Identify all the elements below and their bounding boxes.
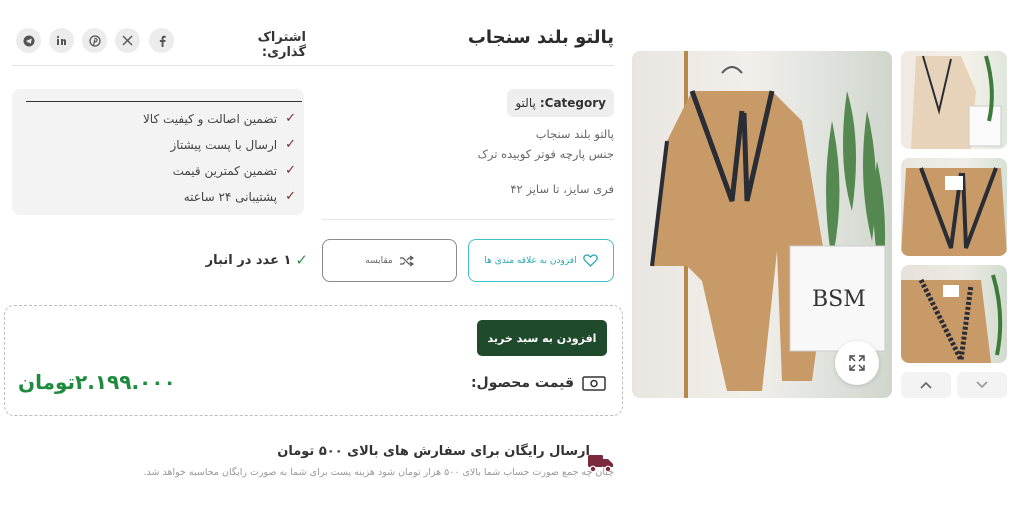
description-line-3: فری سایز، تا سایز ۴۲: [510, 182, 614, 196]
linkedin-icon[interactable]: [49, 28, 74, 53]
wishlist-label: افزودن به علاقه مندی ها: [484, 255, 577, 266]
check-icon: ✓: [285, 163, 296, 178]
compare-button[interactable]: مقایسه: [322, 239, 457, 282]
add-to-cart-button[interactable]: افزودن به سبد خرید: [477, 320, 607, 356]
check-icon: ✓: [285, 137, 296, 152]
thumbnail-image: [901, 167, 1007, 256]
gallery-up-button[interactable]: [901, 372, 951, 398]
thumbnail-1[interactable]: [901, 51, 1007, 149]
feature-label: تضمین کمترین قیمت: [172, 163, 278, 178]
facebook-icon[interactable]: [149, 28, 174, 53]
feature-item: ✓ تضمین کمترین قیمت: [173, 163, 296, 178]
feature-item: ✓ ارسال با پست پیشتاز: [171, 137, 296, 152]
thumbnail-3[interactable]: [901, 265, 1007, 363]
check-icon: ✓: [295, 251, 308, 269]
features-divider: [26, 101, 302, 102]
check-icon: ✓: [285, 111, 296, 126]
feature-label: پشتیبانی ۲۴ ساعته: [183, 189, 278, 204]
thumbnail-image: [911, 55, 1002, 149]
divider: [12, 65, 614, 66]
feature-item: ✓ پشتیبانی ۲۴ ساعته: [184, 189, 296, 204]
shipping-title: ارسال رایگان برای سفارش های بالای ۵۰۰ تو…: [277, 444, 590, 459]
category-value: پالتو: [515, 96, 536, 110]
x-icon[interactable]: [115, 28, 140, 53]
category-tag[interactable]: Category: پالتو: [507, 89, 614, 117]
shuffle-icon: [399, 255, 414, 266]
price-label: قیمت محصول:: [470, 375, 574, 391]
divider: [322, 219, 614, 220]
expand-icon: [849, 355, 865, 371]
stock-status: ✓ ۱ عدد در انبار: [206, 251, 308, 269]
price-label-row: قیمت محصول:: [471, 375, 606, 391]
stock-text: ۱ عدد در انبار: [205, 252, 292, 268]
feature-label: ارسال با پست پیشتاز: [170, 137, 278, 152]
svg-text:BSM: BSM: [812, 287, 866, 312]
description-line-2: جنس پارچه فوتر کوبیده ترک: [477, 147, 614, 161]
zoom-button[interactable]: [835, 341, 879, 385]
shipping-description: چنان چه جمع صورت حساب شما بالای ۵۰۰ هزار…: [143, 467, 615, 478]
description-line-1: پالتو بلند سنجاب: [535, 127, 614, 141]
thumbnail-image: [901, 274, 1003, 363]
chevron-up-icon: [920, 381, 932, 389]
telegram-icon[interactable]: [16, 28, 41, 53]
feature-label: تضمین اصالت و کیفیت کالا: [142, 111, 278, 126]
share-label: اشتراک گذاری:: [257, 30, 306, 60]
chevron-down-icon: [976, 381, 988, 389]
heart-icon: [582, 254, 598, 267]
gallery-down-button[interactable]: [957, 372, 1007, 398]
add-to-wishlist-button[interactable]: افزودن به علاقه مندی ها: [468, 239, 614, 282]
compare-label: مقایسه: [365, 255, 393, 266]
category-label: Category:: [539, 96, 606, 110]
cash-icon: [582, 375, 606, 391]
features-box: ✓ تضمین اصالت و کیفیت کالا ✓ ارسال با پس…: [12, 89, 304, 215]
pinterest-icon[interactable]: [82, 28, 107, 53]
product-price: ۲.۱۹۹.۰۰۰تومان: [18, 370, 176, 394]
feature-item: ✓ تضمین اصالت و کیفیت کالا: [143, 111, 296, 126]
check-icon: ✓: [285, 189, 296, 204]
thumbnail-2[interactable]: [901, 158, 1007, 256]
product-title: پالتو بلند سنجاب: [467, 27, 614, 48]
